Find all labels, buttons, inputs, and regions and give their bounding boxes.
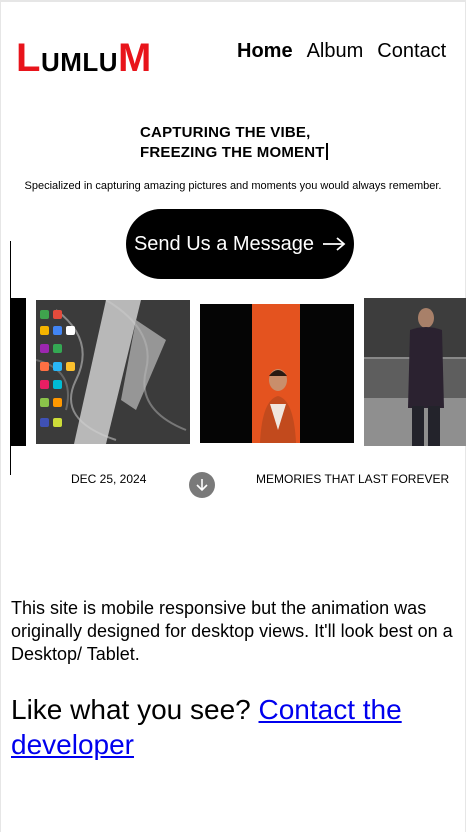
site-logo[interactable]: LUMLUM <box>16 36 152 81</box>
responsive-notice: This site is mobile responsive but the a… <box>11 598 453 664</box>
gallery-tagline: MEMORIES THAT LAST FOREVER <box>256 472 450 486</box>
nav-home[interactable]: Home <box>237 40 293 63</box>
phone-screen-art <box>36 300 190 444</box>
hero-headline: CAPTURING THE VIBE, FREEZING THE MOMENT <box>140 123 328 163</box>
contact-cta: Like what you see? Contact the developer <box>11 692 461 762</box>
nav-album[interactable]: Album <box>307 40 364 63</box>
gallery-photo-phone-screen[interactable] <box>36 300 190 444</box>
arrow-right-icon <box>323 237 346 251</box>
scroll-down-button[interactable] <box>189 472 215 498</box>
gallery-date: DEC 25, 2024 <box>71 472 147 486</box>
gallery-edge-photo <box>11 298 26 446</box>
text-caret <box>325 143 328 160</box>
contact-prompt: Like what you see? <box>11 694 251 725</box>
arrow-down-icon <box>196 479 208 492</box>
hero-subtext: Specialized in capturing amazing picture… <box>24 180 442 192</box>
logo-letter-last: M <box>118 36 152 80</box>
person-standing-art <box>364 298 466 446</box>
send-message-label: Send Us a Message <box>133 232 315 255</box>
headline-line-1: CAPTURING THE VIBE, <box>140 124 311 141</box>
gallery-photo-person-standing[interactable] <box>364 298 466 446</box>
send-message-button[interactable]: Send Us a Message <box>126 209 354 279</box>
logo-letter-first: L <box>16 36 41 80</box>
gallery-photo-portrait[interactable] <box>200 304 354 443</box>
portrait-art <box>200 304 354 443</box>
nav-contact[interactable]: Contact <box>377 40 446 63</box>
headline-line-2: FREEZING THE MOMENT <box>140 144 325 161</box>
main-nav: Home Album Contact <box>237 40 446 63</box>
logo-letters-mid: UMLU <box>40 47 119 77</box>
